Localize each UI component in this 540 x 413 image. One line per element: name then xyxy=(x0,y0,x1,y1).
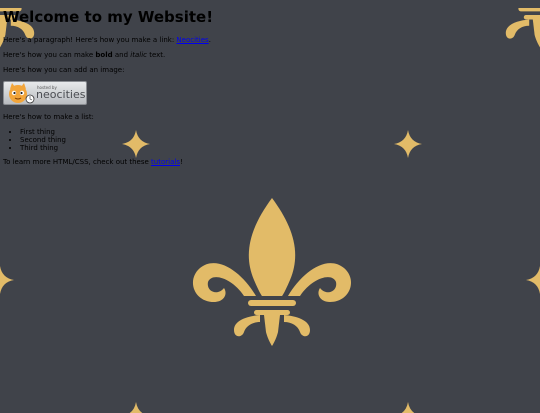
italic-text: italic xyxy=(130,51,147,59)
badge-brand-label: neocities xyxy=(36,88,86,101)
formatting-end: text. xyxy=(146,51,166,59)
page-title: Welcome to my Website! xyxy=(3,8,214,26)
formatting-paragraph: Here's how you can make bold and italic … xyxy=(3,51,537,60)
page-content: Welcome to my Website! Here's a paragrap… xyxy=(0,8,540,167)
image-intro-paragraph: Here's how you can add an image: xyxy=(3,66,125,74)
outro-end: ! xyxy=(179,158,183,166)
list-intro-paragraph: Here's how to make a list: xyxy=(3,113,94,121)
star-icon xyxy=(394,402,422,413)
cat-mascot-icon xyxy=(9,83,35,104)
list-item: Second thing xyxy=(20,136,537,144)
example-list: First thing Second thing Third thing xyxy=(3,128,537,152)
outro-paragraph: To learn more HTML/CSS, check out these … xyxy=(3,158,537,167)
star-icon xyxy=(0,266,14,294)
intro-paragraph: Here's a paragraph! Here's how you make … xyxy=(3,36,537,45)
neocities-link[interactable]: Neocities xyxy=(176,36,208,44)
formatting-text: Here's how you can make xyxy=(3,51,96,59)
star-icon xyxy=(122,402,150,413)
star-icon xyxy=(526,266,540,294)
hosted-by-neocities-badge[interactable]: hosted by neocities xyxy=(3,81,87,105)
bold-text: bold xyxy=(95,51,113,59)
intro-text: Here's a paragraph! Here's how you make … xyxy=(3,36,177,44)
list-item: First thing xyxy=(20,128,537,136)
tutorials-link[interactable]: tutorials xyxy=(151,158,180,166)
formatting-middle: and xyxy=(112,51,131,59)
list-item: Third thing xyxy=(20,144,537,152)
fleur-de-lis-icon xyxy=(192,198,352,346)
outro-text: To learn more HTML/CSS, check out these xyxy=(3,158,152,166)
intro-end: . xyxy=(208,36,211,44)
